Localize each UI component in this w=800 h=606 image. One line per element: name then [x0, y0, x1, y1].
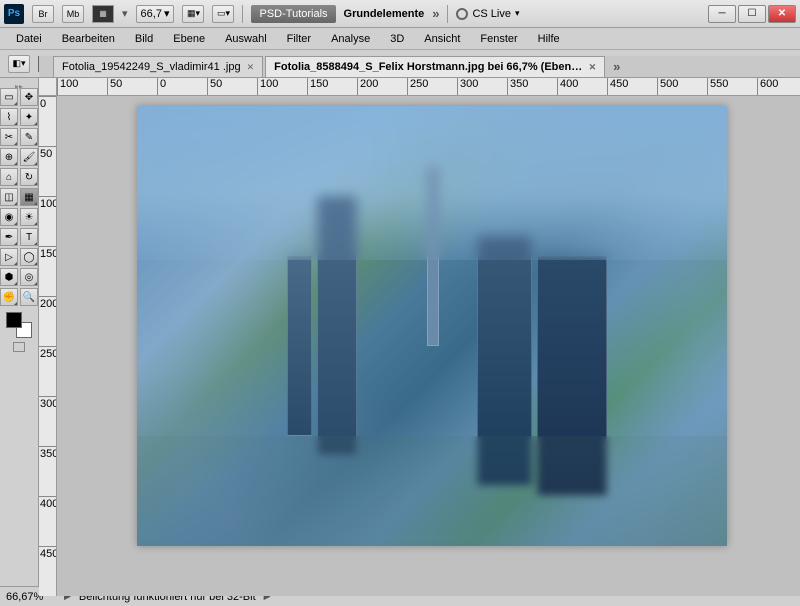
menu-ansicht[interactable]: Ansicht: [414, 30, 470, 48]
tool-heal[interactable]: ⊕: [0, 148, 18, 166]
menu-3d[interactable]: 3D: [380, 30, 414, 48]
tool-brush[interactable]: 🖌: [20, 148, 38, 166]
menu-bild[interactable]: Bild: [125, 30, 163, 48]
tool-gradient[interactable]: ▦: [20, 188, 38, 206]
tool-dodge[interactable]: ☀: [20, 208, 38, 226]
close-tab-icon[interactable]: ✕: [247, 62, 255, 73]
maximize-button[interactable]: ☐: [738, 5, 766, 23]
quickmask-button[interactable]: [13, 342, 25, 352]
menu-hilfe[interactable]: Hilfe: [528, 30, 570, 48]
tool-shape[interactable]: ◯: [20, 248, 38, 266]
tool-3d-camera[interactable]: ◎: [20, 268, 38, 286]
cs-live-button[interactable]: CS Live▾: [456, 8, 519, 20]
more-icon[interactable]: »: [432, 6, 439, 21]
tool-stamp[interactable]: ⌂: [0, 168, 18, 186]
tool-lasso[interactable]: ⌇: [0, 108, 18, 126]
menu-datei[interactable]: Datei: [6, 30, 52, 48]
minibridge-button[interactable]: Mb: [62, 5, 84, 23]
foreground-color-swatch[interactable]: [6, 312, 22, 328]
tool-crop[interactable]: ✂: [0, 128, 18, 146]
tool-eraser[interactable]: ◫: [0, 188, 18, 206]
tool-history-brush[interactable]: ↻: [20, 168, 38, 186]
close-tab-icon[interactable]: ✕: [589, 62, 597, 73]
tool-3d-object[interactable]: ⬢: [0, 268, 18, 286]
document-tab-active[interactable]: Fotolia_8588494_S_Felix Horstmann.jpg be…: [265, 56, 605, 77]
tools-panel: ▸▸ ▭ ✥ ⌇ ✦ ✂ ✎ ⊕ 🖌 ⌂ ↻ ◫ ▦ ◉ ☀ ✒ T ▷ ◯ ⬢…: [0, 78, 39, 586]
tool-pen[interactable]: ✒: [0, 228, 18, 246]
titlebar: Ps Br Mb ▦ ▾ 66,7▾ ▦▾ ▭▾ PSD-Tutorials G…: [0, 0, 800, 28]
tool-move[interactable]: ✥: [20, 88, 38, 106]
menubar: Datei Bearbeiten Bild Ebene Auswahl Filt…: [0, 28, 800, 50]
menu-bearbeiten[interactable]: Bearbeiten: [52, 30, 125, 48]
tool-marquee[interactable]: ▭: [0, 88, 18, 106]
photoshop-logo[interactable]: Ps: [4, 4, 24, 24]
tool-blur[interactable]: ◉: [0, 208, 18, 226]
tool-preset-button[interactable]: ◧▾: [8, 55, 30, 73]
tool-zoom[interactable]: 🔍: [20, 288, 38, 306]
ruler-vertical: 050100150200250300350400450: [39, 96, 57, 596]
tool-path-select[interactable]: ▷: [0, 248, 18, 266]
tool-eyedropper[interactable]: ✎: [20, 128, 38, 146]
tool-wand[interactable]: ✦: [20, 108, 38, 126]
minimize-button[interactable]: ─: [708, 5, 736, 23]
canvas[interactable]: [57, 96, 800, 596]
screenmode-button[interactable]: ▭▾: [212, 5, 234, 23]
menu-auswahl[interactable]: Auswahl: [215, 30, 277, 48]
tabs-overflow-icon[interactable]: »: [613, 59, 620, 74]
bridge-button[interactable]: Br: [32, 5, 54, 23]
menu-filter[interactable]: Filter: [277, 30, 321, 48]
menu-ebene[interactable]: Ebene: [163, 30, 215, 48]
cs-live-icon: [456, 8, 468, 20]
color-swatches[interactable]: [6, 312, 32, 338]
document-image: [137, 106, 727, 546]
zoom-dropdown[interactable]: 66,7▾: [136, 5, 175, 23]
filmstrip-icon[interactable]: ▦: [92, 5, 114, 23]
close-button[interactable]: ✕: [768, 5, 796, 23]
tool-hand[interactable]: ✊: [0, 288, 18, 306]
canvas-area: Fotolia_19542249_S_vladimir41 .jpg✕ Foto…: [39, 78, 800, 586]
workspace-label[interactable]: Grundelemente: [344, 8, 425, 20]
ruler-horizontal: 1005005010015020025030035040045050055060…: [57, 78, 800, 96]
arrange-button[interactable]: ▦▾: [182, 5, 204, 23]
menu-fenster[interactable]: Fenster: [470, 30, 527, 48]
document-tab[interactable]: Fotolia_19542249_S_vladimir41 .jpg✕: [53, 56, 263, 77]
menu-analyse[interactable]: Analyse: [321, 30, 380, 48]
tool-type[interactable]: T: [20, 228, 38, 246]
psd-tutorials-badge[interactable]: PSD-Tutorials: [251, 5, 335, 23]
